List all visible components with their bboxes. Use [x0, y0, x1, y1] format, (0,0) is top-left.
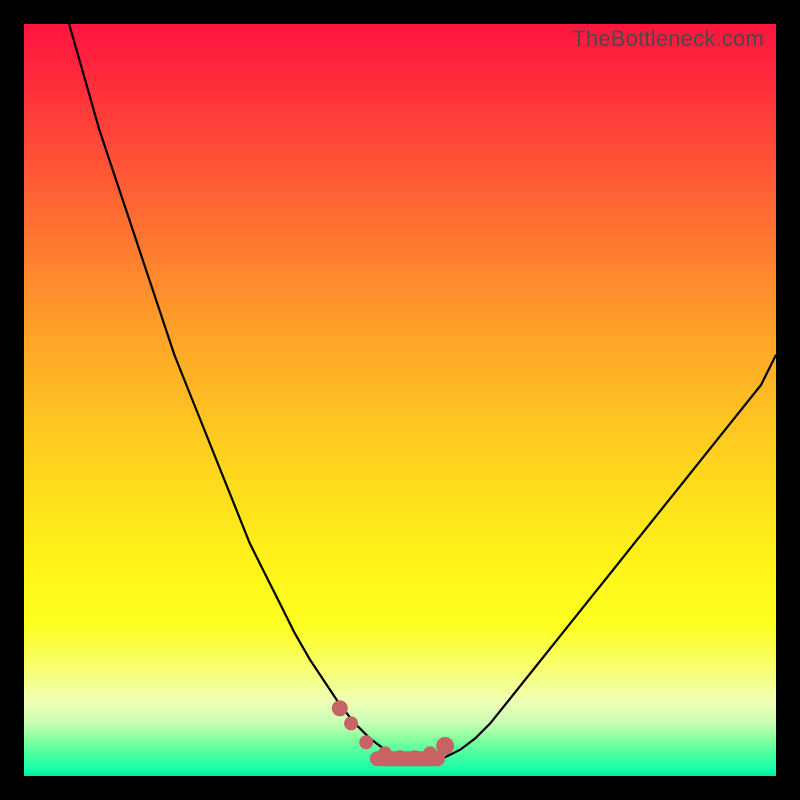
highlight-dot [344, 716, 358, 730]
chart-area: TheBottleneck.com [24, 24, 776, 776]
watermark-label: TheBottleneck.com [572, 26, 764, 52]
highlight-dot [332, 700, 348, 716]
highlight-dot [359, 735, 373, 749]
highlight-dots [24, 24, 776, 776]
